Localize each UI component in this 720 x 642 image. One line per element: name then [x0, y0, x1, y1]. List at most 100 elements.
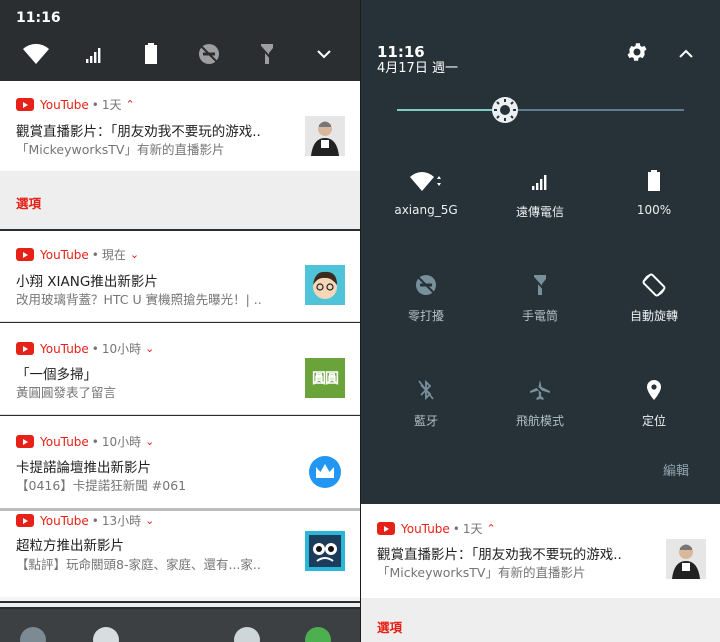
- tile-label: 手電筒: [521, 309, 558, 323]
- quick-settings-row: [0, 38, 360, 70]
- app-name: YouTube: [40, 513, 89, 528]
- tile-flashlight[interactable]: 手電筒: [485, 271, 595, 324]
- notification-text: 黃圓圓發表了留言: [16, 385, 117, 400]
- app-name: YouTube: [40, 97, 89, 112]
- options-button[interactable]: 選項: [377, 617, 402, 636]
- notification-card[interactable]: YouTube • 現在 ⌄ 小翔 XIANG推出新影片 改用玻璃背蓋？HTC …: [0, 231, 360, 322]
- tile-location[interactable]: 定位: [599, 376, 709, 429]
- notification-text: 【0416】卡提諾狂新聞 #061: [16, 478, 187, 493]
- expand-chevron-icon[interactable]: ⌄: [145, 435, 154, 448]
- battery-icon[interactable]: [135, 38, 167, 70]
- youtube-logo-icon: [16, 435, 34, 448]
- notification-time: 1天: [101, 98, 122, 112]
- tile-label: 定位: [641, 414, 666, 428]
- youtube-logo-icon: [16, 248, 34, 261]
- notification-card[interactable]: YouTube • 13小時 ⌄ 超粒方推出新影片 【點評】玩命關頭8-家庭、家…: [0, 511, 360, 597]
- collapse-chevron-icon[interactable]: ⌃: [487, 522, 496, 535]
- notification-text: 「MickeyworksTV」有新的直播影片: [16, 142, 225, 157]
- video-thumbnail: [666, 539, 706, 579]
- options-bar[interactable]: 選項: [361, 598, 720, 642]
- video-thumbnail: [305, 116, 345, 156]
- youtube-logo-icon: [16, 342, 34, 355]
- brightness-slider-thumb[interactable]: [491, 96, 519, 124]
- notification-text: 「MickeyworksTV」有新的直播影片: [377, 565, 586, 580]
- rotate-icon: [599, 271, 709, 299]
- tile-bluetooth[interactable]: 藍牙: [371, 376, 481, 429]
- notification-card[interactable]: YouTube • 10小時 ⌄ 卡提諾論壇推出新影片 【0416】卡提諾狂新聞…: [0, 416, 360, 508]
- channel-avatar: [305, 531, 345, 571]
- notification-shade-collapsed: 11:16 YouTube • 1天 ⌃ 觀賞直播影片：「朋友劝我不要玩的游戏.…: [0, 0, 360, 642]
- tile-dnd[interactable]: 零打擾: [371, 271, 481, 324]
- app-name: YouTube: [40, 434, 89, 449]
- notification-time: 現在: [101, 248, 126, 262]
- stacked-card-edge: [0, 603, 360, 607]
- app-name: YouTube: [401, 521, 450, 536]
- channel-avatar: 圓圓: [305, 358, 345, 398]
- collapse-chevron-icon[interactable]: ⌃: [126, 98, 135, 111]
- expand-chevron-icon[interactable]: ⌄: [130, 248, 139, 261]
- tile-label: 零打擾: [407, 309, 444, 323]
- signal-icon[interactable]: [78, 38, 110, 70]
- tile-label: 藍牙: [413, 414, 438, 428]
- tile-wifi[interactable]: axiang_5G: [371, 167, 481, 217]
- stacked-card-edge: [0, 597, 360, 601]
- notification-title: 小翔 XIANG推出新影片: [16, 274, 158, 290]
- chrome-icon[interactable]: [305, 627, 331, 642]
- notification-title: 超粒方推出新影片: [16, 538, 124, 554]
- notification-text: 【點評】玩命關頭8-家庭、家庭、還有...家..: [16, 557, 261, 572]
- crown-avatar: [305, 452, 345, 492]
- tile-label: 100%: [636, 203, 672, 217]
- notification-header: YouTube • 10小時 ⌄: [16, 433, 154, 450]
- notification-title: 「一個多掃」: [16, 367, 97, 383]
- tile-mobile-data[interactable]: 遠傳電信: [485, 167, 595, 220]
- youtube-logo-icon: [16, 98, 34, 111]
- notification-header: YouTube • 10小時 ⌄: [16, 340, 154, 357]
- tile-label: 自動旋轉: [629, 309, 678, 323]
- header-date: 4月17日 週一: [377, 61, 458, 76]
- dock-app-icon[interactable]: [93, 627, 119, 642]
- wifi-icon: [371, 167, 481, 195]
- notification-card[interactable]: YouTube • 10小時 ⌄ 「一個多掃」 黃圓圓發表了留言 圓圓: [0, 323, 360, 415]
- notification-card[interactable]: YouTube • 1天 ⌃ 觀賞直播影片：「朋友劝我不要玩的游戏.. 「Mic…: [0, 81, 360, 171]
- youtube-logo-icon: [16, 514, 34, 527]
- app-name: YouTube: [40, 341, 89, 356]
- edit-button[interactable]: 編輯: [663, 460, 689, 479]
- notification-time: 1天: [462, 522, 483, 536]
- youtube-logo-icon: [377, 522, 395, 535]
- dnd-icon[interactable]: [193, 38, 225, 70]
- notification-title: 觀賞直播影片：「朋友劝我不要玩的游戏..: [16, 124, 261, 140]
- options-bar[interactable]: 選項: [0, 171, 360, 229]
- tile-auto-rotate[interactable]: 自動旋轉: [599, 271, 709, 324]
- flashlight-icon: [485, 271, 595, 299]
- dock-app-icon[interactable]: [20, 627, 46, 642]
- notification-header: YouTube • 13小時 ⌄: [16, 512, 154, 529]
- tile-label: axiang_5G: [394, 203, 458, 217]
- tile-airplane[interactable]: 飛航模式: [485, 376, 595, 429]
- status-time: 11:16: [16, 10, 61, 26]
- notification-card[interactable]: YouTube • 1天 ⌃ 觀賞直播影片：「朋友劝我不要玩的游戏.. 「Mic…: [361, 504, 720, 598]
- flashlight-icon[interactable]: [251, 38, 283, 70]
- battery-icon: [599, 167, 709, 195]
- notification-header: YouTube • 1天 ⌃: [16, 96, 135, 113]
- dock-app-icon[interactable]: [234, 627, 260, 642]
- notification-header: YouTube • 現在 ⌄: [16, 246, 139, 263]
- notification-title: 卡提諾論壇推出新影片: [16, 460, 151, 476]
- expand-chevron-icon[interactable]: ⌄: [145, 342, 154, 355]
- settings-gear-icon[interactable]: [625, 40, 649, 64]
- tile-battery[interactable]: 100%: [599, 167, 709, 217]
- launcher-dock: [0, 609, 360, 642]
- dnd-icon: [371, 271, 481, 299]
- notification-title: 觀賞直播影片：「朋友劝我不要玩的游戏..: [377, 547, 622, 563]
- app-name: YouTube: [40, 247, 89, 262]
- avatar-text: 圓圓: [312, 371, 339, 387]
- expand-chevron-icon[interactable]: [308, 38, 340, 70]
- expand-chevron-icon[interactable]: ⌄: [145, 514, 154, 527]
- notification-time: 10小時: [101, 435, 142, 449]
- tile-label: 遠傳電信: [515, 205, 564, 219]
- airplane-icon: [485, 376, 595, 404]
- collapse-chevron-icon[interactable]: [678, 45, 694, 58]
- quick-settings-expanded: 11:16 4月17日 週一 axiang_5G 遠傳電信 100% 零打擾 手…: [361, 0, 720, 642]
- options-button[interactable]: 選項: [16, 193, 41, 212]
- wifi-icon[interactable]: [20, 38, 52, 70]
- location-icon: [599, 376, 709, 404]
